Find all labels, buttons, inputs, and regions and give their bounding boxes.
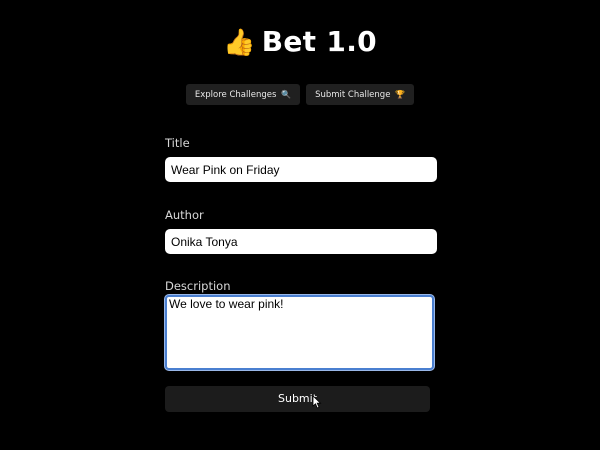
submit-challenge-button[interactable]: Submit Challenge 🏆	[306, 84, 415, 105]
submit-challenge-label: Submit Challenge	[315, 90, 391, 100]
thumbs-up-icon: 👍	[223, 28, 256, 58]
title-label: Title	[165, 136, 190, 150]
description-textarea[interactable]: We love to wear pink!	[165, 295, 434, 370]
author-label: Author	[165, 208, 204, 222]
submit-button[interactable]: Submit	[165, 386, 430, 412]
author-input[interactable]	[165, 229, 437, 254]
top-nav: Explore Challenges 🔍 Submit Challenge 🏆	[0, 84, 600, 105]
magnifier-icon: 🔍	[281, 90, 292, 99]
explore-challenges-label: Explore Challenges	[194, 90, 277, 100]
title-input[interactable]	[165, 157, 437, 182]
app-page: 👍 Bet 1.0 Explore Challenges 🔍 Submit Chal…	[0, 0, 600, 450]
mouse-cursor-icon	[312, 395, 322, 409]
trophy-icon: 🏆	[395, 90, 406, 99]
page-title: 👍 Bet 1.0	[0, 22, 600, 63]
explore-challenges-button[interactable]: Explore Challenges 🔍	[185, 84, 301, 105]
app-title-text: Bet 1.0	[261, 25, 377, 58]
description-label: Description	[165, 279, 231, 293]
